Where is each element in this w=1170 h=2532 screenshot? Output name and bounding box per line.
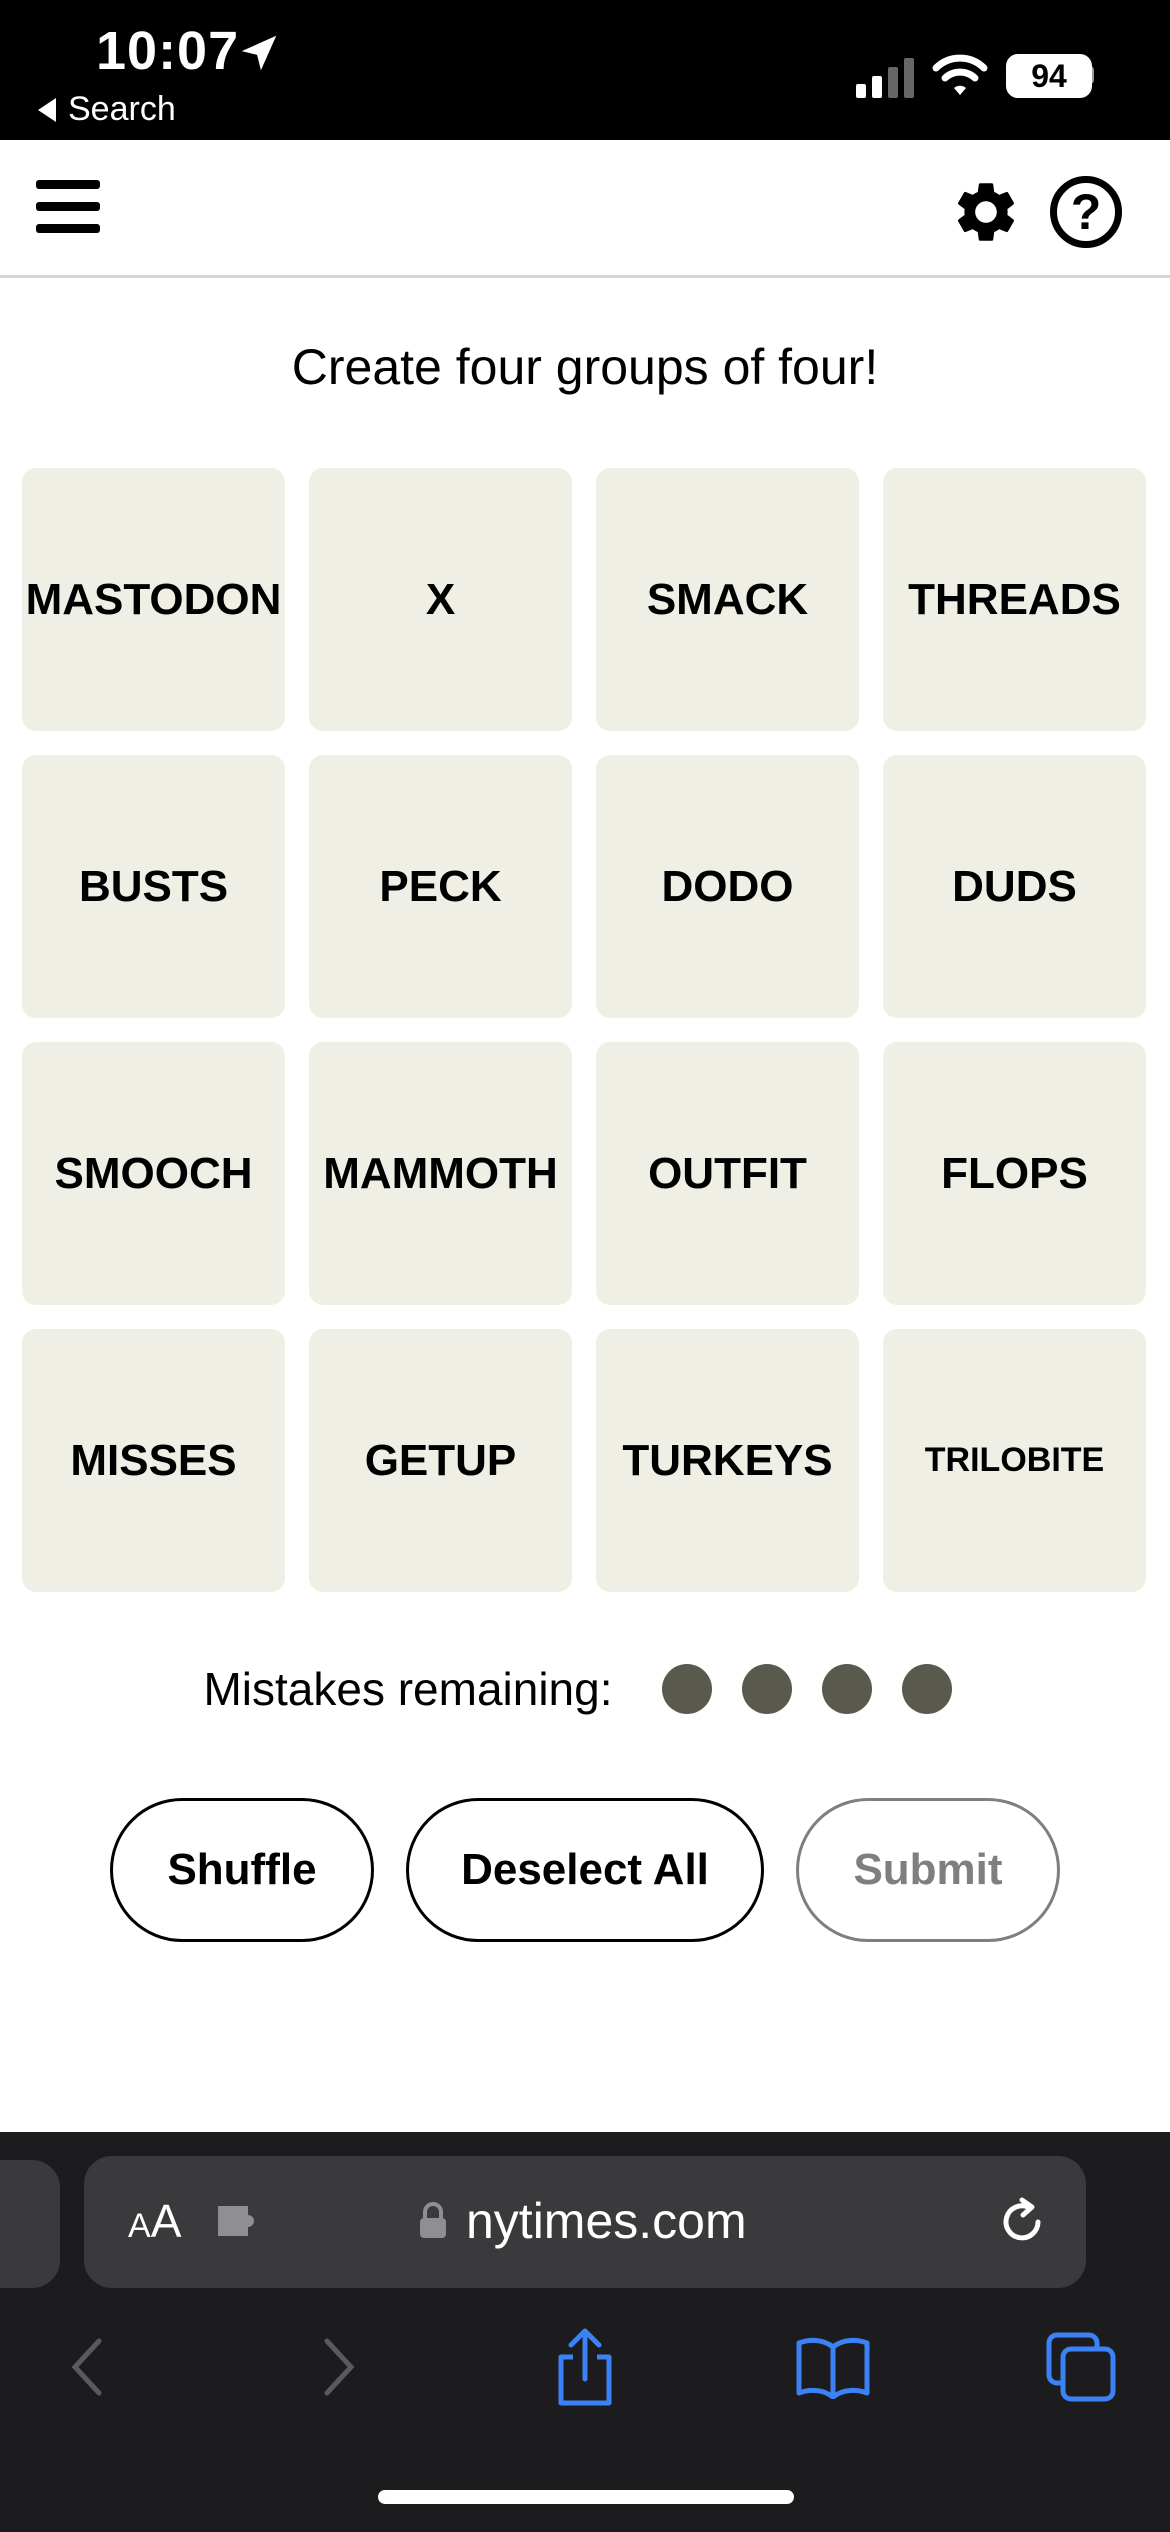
mistakes-remaining: Mistakes remaining:: [0, 1662, 1170, 1716]
status-bar: 10:07 Search 94: [0, 0, 1170, 140]
word-tile[interactable]: X: [309, 468, 572, 731]
game-header: ?: [0, 140, 1170, 278]
word-tile[interactable]: BUSTS: [22, 755, 285, 1018]
word-grid: MASTODON X SMACK THREADS BUSTS PECK DODO…: [22, 468, 1148, 1592]
forward-button[interactable]: [294, 2322, 384, 2412]
action-buttons: Shuffle Deselect All Submit: [0, 1798, 1170, 1942]
help-glyph: ?: [1070, 184, 1102, 240]
location-arrow-icon: [241, 35, 277, 71]
word-tile[interactable]: GETUP: [309, 1329, 572, 1592]
help-icon[interactable]: ?: [1050, 176, 1122, 248]
word-tile[interactable]: TRILOBITE: [883, 1329, 1146, 1592]
wifi-icon: [932, 54, 988, 95]
browser-nav-row: [0, 2322, 1170, 2432]
back-triangle-icon: [38, 97, 56, 122]
tabs-button[interactable]: [1036, 2322, 1126, 2412]
back-search-label: Search: [68, 90, 176, 128]
url-text: nytimes.com: [466, 2193, 747, 2249]
hamburger-menu-icon[interactable]: [36, 180, 100, 236]
back-to-search-link[interactable]: Search: [38, 90, 176, 129]
word-tile[interactable]: MISSES: [22, 1329, 285, 1592]
lock-icon: [420, 2202, 446, 2238]
browser-toolbar: AA nytimes.com: [0, 2132, 1170, 2532]
address-bar[interactable]: AA nytimes.com: [84, 2156, 1086, 2288]
home-indicator: [378, 2490, 794, 2504]
chevron-left-icon: [71, 2338, 102, 2396]
mistake-dot: [741, 1664, 792, 1714]
extension-puzzle-icon[interactable]: [214, 2202, 264, 2240]
reload-icon[interactable]: [994, 2194, 1050, 2250]
word-tile[interactable]: MAMMOTH: [309, 1042, 572, 1305]
share-button[interactable]: [540, 2322, 630, 2412]
book-icon: [796, 2337, 870, 2399]
cellular-signal-icon: [856, 58, 914, 98]
word-tile[interactable]: PECK: [309, 755, 572, 1018]
word-tile[interactable]: TURKEYS: [596, 1329, 859, 1592]
bookmarks-button[interactable]: [788, 2322, 878, 2412]
word-tile[interactable]: MASTODON: [22, 468, 285, 731]
word-tile[interactable]: DUDS: [883, 755, 1146, 1018]
text-size-button[interactable]: AA: [128, 2194, 181, 2248]
previous-tab-peek[interactable]: [0, 2160, 60, 2288]
chevron-right-icon: [324, 2338, 355, 2396]
word-tile[interactable]: DODO: [596, 755, 859, 1018]
share-icon: [558, 2328, 612, 2406]
tabs-icon: [1046, 2332, 1116, 2402]
mistakes-label: Mistakes remaining:: [203, 1663, 613, 1715]
shuffle-button[interactable]: Shuffle: [110, 1798, 374, 1942]
status-time: 10:07: [96, 21, 240, 81]
deselect-all-button[interactable]: Deselect All: [406, 1798, 764, 1942]
word-tile[interactable]: FLOPS: [883, 1042, 1146, 1305]
mistake-dot: [821, 1664, 872, 1714]
submit-button[interactable]: Submit: [796, 1798, 1060, 1942]
gear-icon[interactable]: [950, 176, 1022, 248]
word-tile[interactable]: THREADS: [883, 468, 1146, 731]
battery-nub: [1088, 66, 1094, 84]
word-tile[interactable]: SMACK: [596, 468, 859, 731]
word-tile[interactable]: OUTFIT: [596, 1042, 859, 1305]
battery-indicator: 94: [1006, 54, 1092, 98]
back-button[interactable]: [42, 2322, 132, 2412]
mistake-dot: [901, 1664, 952, 1714]
mistake-dot: [661, 1664, 712, 1714]
word-tile[interactable]: SMOOCH: [22, 1042, 285, 1305]
instructions-text: Create four groups of four!: [291, 339, 879, 395]
